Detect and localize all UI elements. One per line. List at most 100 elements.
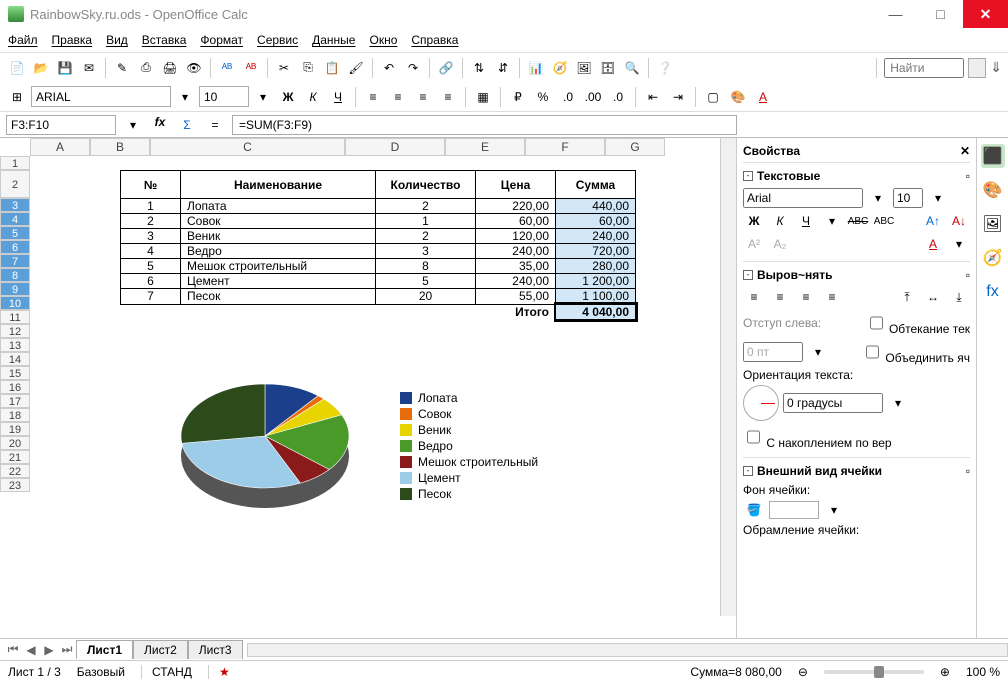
sheet-tab[interactable]: Лист2 bbox=[133, 640, 188, 659]
table-header[interactable]: Сумма bbox=[556, 171, 636, 199]
find-next-icon[interactable]: ⇓ bbox=[990, 59, 1002, 76]
column-header[interactable]: B bbox=[90, 138, 150, 156]
zoom-out-icon[interactable]: ⊖ bbox=[798, 665, 808, 679]
bold-button[interactable]: Ж bbox=[277, 86, 299, 108]
table-cell[interactable]: Лопата bbox=[181, 199, 376, 214]
sum-icon[interactable]: Σ bbox=[176, 114, 198, 136]
align-right-icon[interactable]: ≡ bbox=[412, 86, 434, 108]
merge-cells-icon[interactable]: ▦ bbox=[472, 86, 494, 108]
table-cell[interactable]: 4 bbox=[121, 244, 181, 259]
increase-indent-icon[interactable]: ⇥ bbox=[667, 86, 689, 108]
wrap-checkbox[interactable]: Обтекание тек bbox=[866, 310, 970, 336]
panel-menu-icon[interactable]: ▫ bbox=[966, 464, 970, 478]
status-mode[interactable]: СТАНД bbox=[141, 665, 192, 679]
table-cell[interactable]: Песок bbox=[181, 289, 376, 305]
table-cell[interactable]: 2 bbox=[121, 214, 181, 229]
minimize-button[interactable]: — bbox=[873, 0, 918, 28]
paintbrush-icon[interactable]: 🖌 bbox=[345, 57, 367, 79]
collapse-icon[interactable]: - bbox=[743, 171, 753, 181]
new-icon[interactable]: 📄 bbox=[6, 57, 28, 79]
fillcolor-swatch[interactable] bbox=[769, 501, 819, 519]
cut-icon[interactable]: ✂ bbox=[273, 57, 295, 79]
table-header[interactable]: Количество bbox=[376, 171, 476, 199]
row-header[interactable]: 20 bbox=[0, 436, 30, 450]
zoom-icon[interactable]: 🔍 bbox=[621, 57, 643, 79]
size-dropdown-icon[interactable]: ▾ bbox=[252, 86, 274, 108]
sheet-tab[interactable]: Лист3 bbox=[188, 640, 243, 659]
open-icon[interactable]: 📂 bbox=[30, 57, 52, 79]
font-name-select[interactable] bbox=[31, 86, 171, 107]
print-icon[interactable]: 🖨 bbox=[159, 57, 181, 79]
gallery-icon[interactable]: 🖼 bbox=[573, 57, 595, 79]
paste-icon[interactable]: 📋 bbox=[321, 57, 343, 79]
sort-asc-icon[interactable]: ⇅ bbox=[468, 57, 490, 79]
side-sub-icon[interactable]: A₂ bbox=[769, 234, 791, 254]
tab-prev-icon[interactable]: ◀ bbox=[22, 643, 40, 657]
fx-icon[interactable]: fx bbox=[150, 115, 170, 135]
close-button[interactable]: ✕ bbox=[963, 0, 1008, 28]
menu-edit[interactable]: Правка bbox=[52, 33, 93, 47]
table-cell[interactable]: Ведро bbox=[181, 244, 376, 259]
tab-last-icon[interactable]: ⏭ bbox=[58, 642, 76, 657]
zoom-in-icon[interactable]: ⊕ bbox=[940, 665, 950, 679]
column-header[interactable]: F bbox=[525, 138, 605, 156]
halign-center-icon[interactable]: ≡ bbox=[769, 287, 791, 307]
side-font-select[interactable] bbox=[743, 188, 863, 208]
table-cell[interactable]: 6 bbox=[121, 274, 181, 289]
spellcheck-icon[interactable]: ᴬᴮ bbox=[216, 57, 238, 79]
fillcolor-icon[interactable]: 🪣 bbox=[743, 500, 765, 520]
table-cell[interactable]: 2 bbox=[376, 229, 476, 244]
status-sum[interactable]: Сумма=8 080,00 bbox=[690, 665, 781, 679]
formula-input[interactable] bbox=[232, 115, 737, 135]
table-cell[interactable]: 1 200,00 bbox=[556, 274, 636, 289]
table-cell[interactable]: 240,00 bbox=[476, 244, 556, 259]
save-icon[interactable]: 💾 bbox=[54, 57, 76, 79]
hyperlink-icon[interactable]: 🔗 bbox=[435, 57, 457, 79]
column-header[interactable]: D bbox=[345, 138, 445, 156]
table-cell[interactable]: 240,00 bbox=[476, 274, 556, 289]
side-super-icon[interactable]: A² bbox=[743, 234, 765, 254]
align-center-icon[interactable]: ≡ bbox=[387, 86, 409, 108]
edit-icon[interactable]: ✎ bbox=[111, 57, 133, 79]
properties-deck-icon[interactable]: ⬛ bbox=[981, 144, 1005, 168]
row-header[interactable]: 1 bbox=[0, 156, 30, 170]
table-cell[interactable]: 240,00 bbox=[556, 229, 636, 244]
indent-input[interactable] bbox=[743, 342, 803, 362]
table-header[interactable]: № bbox=[121, 171, 181, 199]
table-cell[interactable]: 5 bbox=[121, 259, 181, 274]
column-header[interactable]: A bbox=[30, 138, 90, 156]
side-italic-button[interactable]: К bbox=[769, 211, 791, 231]
horizontal-scrollbar[interactable] bbox=[247, 643, 1008, 657]
row-header[interactable]: 5 bbox=[0, 226, 30, 240]
align-left-icon[interactable]: ≡ bbox=[362, 86, 384, 108]
align-justify-icon[interactable]: ≡ bbox=[437, 86, 459, 108]
tab-first-icon[interactable]: ⏮ bbox=[4, 642, 22, 657]
maximize-button[interactable]: □ bbox=[918, 0, 963, 28]
side-size-select[interactable] bbox=[893, 188, 923, 208]
font-size-select[interactable] bbox=[199, 86, 249, 107]
undo-icon[interactable]: ↶ bbox=[378, 57, 400, 79]
vertical-scrollbar[interactable] bbox=[720, 138, 736, 616]
datasource-icon[interactable]: 🗄 bbox=[597, 57, 619, 79]
redo-icon[interactable]: ↷ bbox=[402, 57, 424, 79]
halign-justify-icon[interactable]: ≡ bbox=[821, 287, 843, 307]
row-header[interactable]: 21 bbox=[0, 450, 30, 464]
autospell-icon[interactable]: ᴬᴮ bbox=[240, 57, 262, 79]
side-bold-button[interactable]: Ж bbox=[743, 211, 765, 231]
functions-deck-icon[interactable]: fx bbox=[981, 280, 1005, 304]
row-header[interactable]: 14 bbox=[0, 352, 30, 366]
add-decimal-icon[interactable]: .00 bbox=[582, 86, 604, 108]
row-header[interactable]: 6 bbox=[0, 240, 30, 254]
side-underline-button[interactable]: Ч bbox=[795, 211, 817, 231]
menu-insert[interactable]: Вставка bbox=[142, 33, 187, 47]
side-fontcolor-icon[interactable]: А bbox=[922, 234, 944, 254]
rotation-dial[interactable] bbox=[743, 385, 779, 421]
number-icon[interactable]: .0 bbox=[557, 86, 579, 108]
bgcolor-icon[interactable]: 🎨 bbox=[727, 86, 749, 108]
italic-button[interactable]: К bbox=[302, 86, 324, 108]
column-header[interactable]: E bbox=[445, 138, 525, 156]
stack-checkbox[interactable]: С накоплением по вер bbox=[743, 424, 892, 450]
find-dropdown[interactable] bbox=[968, 58, 986, 78]
status-zoom[interactable]: 100 % bbox=[966, 665, 1000, 679]
menu-view[interactable]: Вид bbox=[106, 33, 128, 47]
